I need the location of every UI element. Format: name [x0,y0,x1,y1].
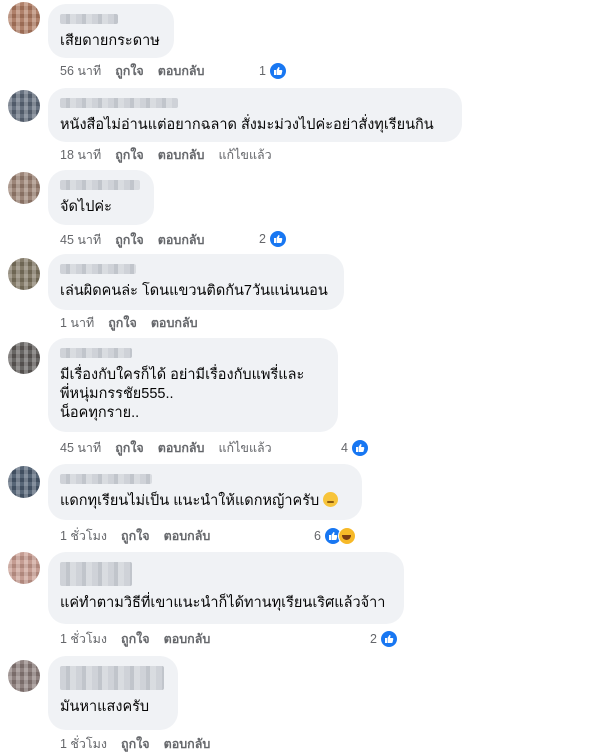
reply-button[interactable]: ตอบกลับ [164,526,211,546]
comment-time[interactable]: 1 ชั่วโมง [60,734,107,754]
comment-text: มีเรื่องกับใครก็ได้ อย่ามีเรื่องกับแพรี่… [60,367,305,421]
author-name-blurred[interactable] [60,98,178,108]
reaction-summary[interactable]: 1 [259,62,287,80]
like-thumb-icon [268,230,287,248]
avatar[interactable] [8,466,40,498]
comment-time[interactable]: 56 นาที [60,61,101,81]
author-name-blurred[interactable] [60,348,132,358]
author-name-blurred[interactable] [60,666,164,690]
reaction-count: 4 [341,441,348,455]
reaction-count: 6 [314,529,321,543]
comment-time[interactable]: 45 นาที [60,438,101,458]
avatar[interactable] [8,342,40,374]
like-button[interactable]: ถูกใจ [115,61,144,81]
comment-time[interactable]: 1 นาที [60,313,94,333]
comment-text: เล่นผิดคนล่ะ โดนแขวนติดกัน7วันแน่นนอน [60,283,328,299]
comment-actions: 45 นาที ถูกใจ ตอบกลับ แก้ไขแล้ว [60,440,286,456]
comment-actions: 1 นาที ถูกใจ ตอบกลับ [60,315,212,331]
author-name-blurred[interactable] [60,474,152,484]
comment-text-content: แดกทุเรียนไม่เป็น แนะนำให้แดกหญ้าครับ [60,493,320,509]
avatar[interactable] [8,90,40,122]
comment-text: เสียดายกระดาษ [60,33,160,49]
avatar[interactable] [8,660,40,692]
reply-button[interactable]: ตอบกลับ [158,438,205,458]
comment-text: มันหาแสงครับ [60,699,150,715]
avatar[interactable] [8,172,40,204]
comment-bubble: มีเรื่องกับใครก็ได้ อย่ามีเรื่องกับแพรี่… [48,338,338,432]
comment-actions: 1 ชั่วโมง ถูกใจ ตอบกลับ [60,528,224,544]
reply-button[interactable]: ตอบกลับ [158,61,205,81]
like-button[interactable]: ถูกใจ [115,438,144,458]
comment-actions: 1 ชั่วโมง ถูกใจ ตอบกลับ [60,736,224,752]
comment-text: หนังสือไม่อ่านแต่อยากฉลาด สั่งมะม่วงไปค่… [60,117,434,133]
reaction-summary[interactable]: 2 [370,630,398,648]
reaction-summary[interactable]: 4 [341,439,369,457]
edited-label[interactable]: แก้ไขแล้ว [219,438,272,458]
comment-bubble: แค่ทำตามวิธีที่เขาแนะนำก็ได้ทานทุเรียนเร… [48,552,404,624]
comment-bubble: เสียดายกระดาษ [48,4,174,58]
comment-actions: 45 นาที ถูกใจ ตอบกลับ [60,232,219,248]
comment-bubble: จัดไปค่ะ [48,170,154,225]
reply-button[interactable]: ตอบกลับ [158,230,205,250]
comment-time[interactable]: 18 นาที [60,145,101,165]
edited-label[interactable]: แก้ไขแล้ว [219,145,272,165]
reaction-summary[interactable]: 2 [259,230,287,248]
comment-bubble: เล่นผิดคนล่ะ โดนแขวนติดกัน7วันแน่นนอน [48,254,344,310]
comment-time[interactable]: 45 นาที [60,230,101,250]
comment-time[interactable]: 1 ชั่วโมง [60,526,107,546]
like-button[interactable]: ถูกใจ [115,145,144,165]
reply-button[interactable]: ตอบกลับ [158,145,205,165]
face-emoji-icon [323,492,339,507]
reaction-count: 1 [259,64,266,78]
like-button[interactable]: ถูกใจ [121,734,150,754]
like-button[interactable]: ถูกใจ [115,230,144,250]
comment-bubble: แดกทุเรียนไม่เป็น แนะนำให้แดกหญ้าครับ [48,464,362,520]
haha-emoji-icon [337,527,356,545]
reaction-count: 2 [259,232,266,246]
author-name-blurred[interactable] [60,180,140,190]
reaction-summary[interactable]: 6 [314,527,356,545]
comment-text: แค่ทำตามวิธีที่เขาแนะนำก็ได้ทานทุเรียนเร… [60,595,386,611]
avatar[interactable] [8,552,40,584]
avatar[interactable] [8,258,40,290]
comment-actions: 56 นาที ถูกใจ ตอบกลับ [60,63,219,79]
comment-text: จัดไปค่ะ [60,199,112,215]
reply-button[interactable]: ตอบกลับ [151,313,198,333]
author-name-blurred[interactable] [60,562,132,586]
like-button[interactable]: ถูกใจ [121,526,150,546]
reply-button[interactable]: ตอบกลับ [164,734,211,754]
comment-time[interactable]: 1 ชั่วโมง [60,629,107,649]
reply-button[interactable]: ตอบกลับ [164,629,211,649]
like-button[interactable]: ถูกใจ [121,629,150,649]
reaction-count: 2 [370,632,377,646]
comment-actions: 1 ชั่วโมง ถูกใจ ตอบกลับ [60,631,224,647]
comment-bubble: มันหาแสงครับ [48,656,178,730]
author-name-blurred[interactable] [60,264,136,274]
author-name-blurred[interactable] [60,14,118,24]
like-thumb-icon [350,439,369,457]
comment-text: แดกทุเรียนไม่เป็น แนะนำให้แดกหญ้าครับ [60,492,350,511]
like-thumb-icon [379,630,398,648]
avatar[interactable] [8,2,40,34]
comment-bubble: หนังสือไม่อ่านแต่อยากฉลาด สั่งมะม่วงไปค่… [48,88,462,142]
like-thumb-icon [268,62,287,80]
like-button[interactable]: ถูกใจ [108,313,137,333]
comment-actions: 18 นาที ถูกใจ ตอบกลับ แก้ไขแล้ว [60,147,286,163]
